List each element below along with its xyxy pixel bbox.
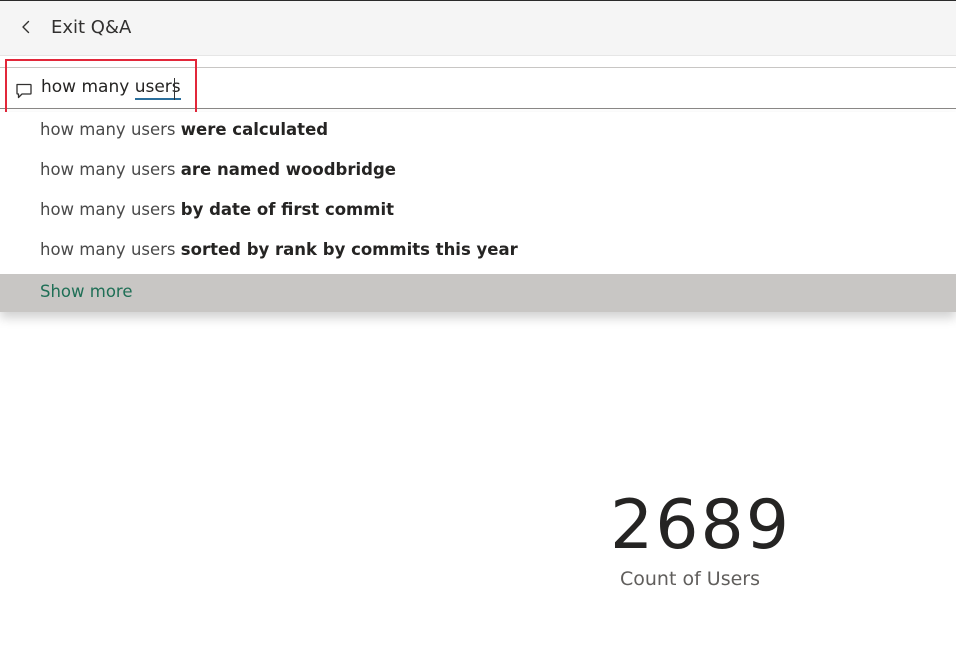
- exit-qa-title[interactable]: Exit Q&A: [51, 17, 131, 38]
- header-bar: Exit Q&A: [0, 1, 956, 56]
- query-prefix: how many: [41, 77, 135, 97]
- suggestion-item[interactable]: how many users were calculated: [40, 120, 328, 139]
- suggestion-suffix: were calculated: [180, 120, 329, 139]
- exit-qa-back-button[interactable]: [12, 13, 40, 41]
- suggestion-suffix: are named woodbridge: [180, 160, 396, 179]
- text-caret: [174, 78, 175, 100]
- show-more-label: Show more: [40, 282, 133, 301]
- chevron-left-icon: [22, 20, 30, 34]
- suggestion-item[interactable]: how many users sorted by rank by commits…: [40, 240, 518, 259]
- chat-bubble-icon: [16, 83, 32, 99]
- suggestion-item[interactable]: how many users by date of first commit: [40, 200, 394, 219]
- kpi-value: 2689: [610, 486, 792, 565]
- suggestion-prefix: how many users: [40, 160, 181, 179]
- qa-query-input[interactable]: how many users: [41, 77, 181, 100]
- suggestion-suffix: by date of first commit: [180, 200, 394, 219]
- suggestion-prefix: how many users: [40, 200, 181, 219]
- kpi-label: Count of Users: [619, 568, 761, 590]
- suggestions-dropdown: how many users were calculated how many …: [0, 112, 956, 312]
- suggestion-suffix: sorted by rank by commits this year: [180, 240, 518, 259]
- suggestion-item[interactable]: how many users are named woodbridge: [40, 160, 396, 179]
- suggestion-prefix: how many users: [40, 240, 181, 259]
- show-more-button[interactable]: Show more: [0, 274, 956, 312]
- suggestion-prefix: how many users: [40, 120, 181, 139]
